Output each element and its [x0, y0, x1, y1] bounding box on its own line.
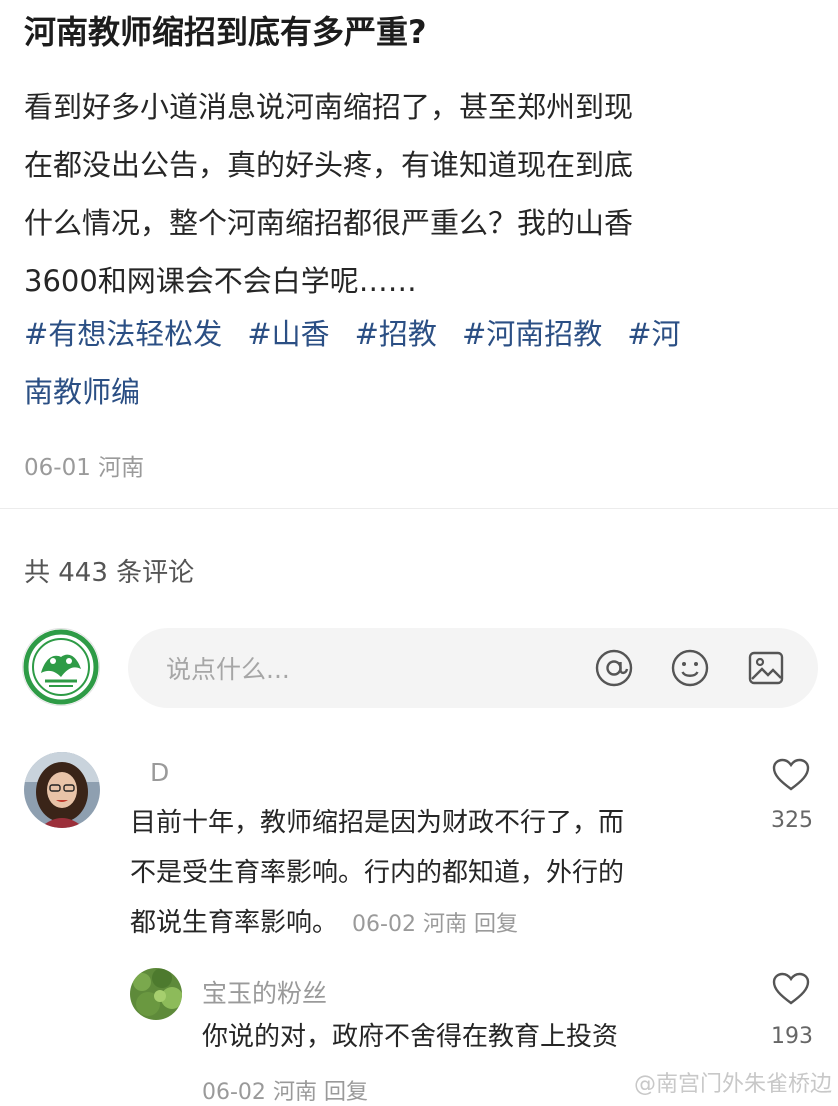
reply-button[interactable]: 回复: [474, 912, 518, 937]
reply-location: 河南: [272, 1080, 317, 1105]
like-count: 193: [771, 1024, 813, 1049]
tag-henan-jiaoshibian[interactable]: #河: [627, 317, 680, 351]
post-body-line: 什么情况，整个河南缩招都很严重么？我的山香: [24, 206, 634, 240]
comment-text-segment: 都说生育率影响。: [130, 908, 339, 938]
tag-shanxiang[interactable]: #山香: [247, 317, 329, 351]
image-icon[interactable]: [746, 648, 786, 688]
reply-author[interactable]: 宝玉的粉丝: [202, 974, 327, 1010]
tag-zhaojiao[interactable]: #招教: [355, 317, 437, 351]
like-heart-icon[interactable]: [772, 758, 812, 794]
comment-date: 06-02: [352, 912, 416, 937]
like-heart-icon[interactable]: [772, 972, 812, 1008]
user-photo-icon: [24, 752, 100, 828]
reply-avatar[interactable]: [130, 968, 182, 1020]
comment-input-box[interactable]: [128, 628, 818, 708]
comment-count: 共 443 条评论: [24, 558, 195, 588]
post-body-line: 在都没出公告，真的好头疼，有谁知道现在到底: [24, 148, 634, 182]
reply-button[interactable]: 回复: [324, 1080, 368, 1105]
like-count: 325: [771, 808, 813, 833]
tag-henan-zhaojiao[interactable]: #河南招教: [462, 317, 602, 351]
watermark: @南宫门外朱雀桥边: [633, 1072, 832, 1097]
reply-date: 06-02: [202, 1080, 266, 1105]
post-body-line: 看到好多小道消息说河南缩招了，甚至郑州到现: [24, 90, 634, 124]
post-title: 河南教师缩招到底有多严重?: [24, 13, 427, 51]
post-body-line: 3600和网课会不会白学呢……: [24, 264, 417, 298]
post-meta: 06-01 河南: [24, 448, 144, 482]
tag-youxiangfa[interactable]: #有想法轻松发: [24, 317, 222, 351]
reply-meta: 06-02 河南 回复: [202, 1074, 368, 1106]
divider: [0, 508, 838, 509]
comment-input[interactable]: [164, 648, 568, 690]
post-body: 看到好多小道消息说河南缩招了，甚至郑州到现 在都没出公告，真的好头疼，有谁知道现…: [24, 78, 814, 310]
comment-avatar[interactable]: [24, 752, 100, 828]
post-tags: #有想法轻松发 #山香 #招教 #河南招教 #河 南教师编: [24, 305, 814, 421]
comment-author[interactable]: D: [150, 758, 169, 787]
seal-logo-icon: [23, 629, 99, 705]
post-location: 河南: [98, 455, 145, 481]
comment-text-line: 目前十年，教师缩招是因为财政不行了，而: [130, 808, 625, 838]
comment-text-line: 不是受生育率影响。行内的都知道，外行的: [130, 858, 625, 888]
comment-text-line: 都说生育率影响。 06-02 河南 回复: [130, 898, 750, 950]
tag-henan-jiaoshibian-continued[interactable]: 南教师编: [24, 363, 789, 421]
at-icon[interactable]: [594, 648, 634, 688]
current-user-avatar[interactable]: [22, 628, 100, 706]
comment-location: 河南: [422, 912, 467, 937]
reply-text: 你说的对，政府不舍得在教育上投资: [202, 1012, 742, 1062]
post-date: 06-01: [24, 455, 91, 481]
reply-text-line: 你说的对，政府不舍得在教育上投资: [202, 1022, 619, 1052]
emoji-icon[interactable]: [670, 648, 710, 688]
comment-meta: 06-02 河南 回复: [352, 912, 518, 937]
comment-text: 目前十年，教师缩招是因为财政不行了，而 不是受生育率影响。行内的都知道，外行的 …: [130, 798, 750, 950]
user-photo-icon: [130, 968, 182, 1020]
